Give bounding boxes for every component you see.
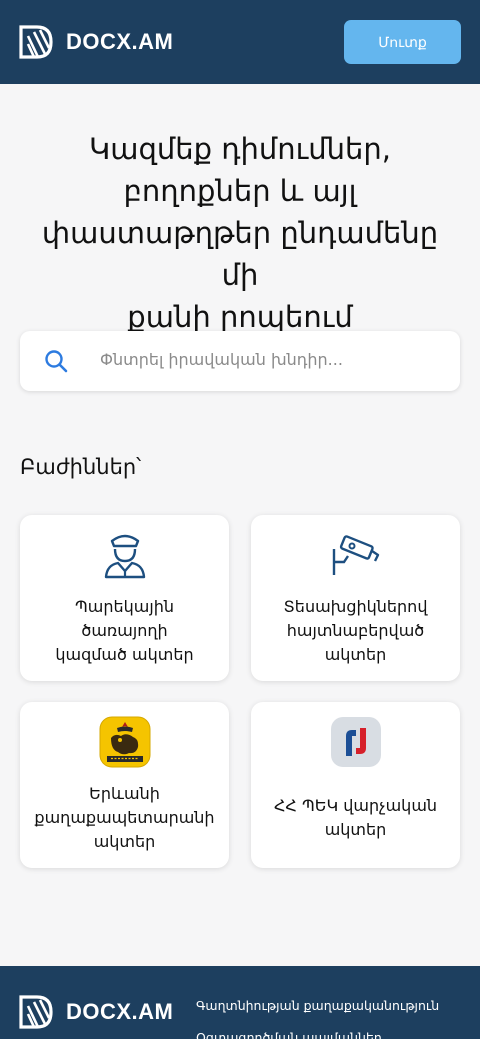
label-line: ակտեր [324, 645, 387, 664]
footer-logo-text: DOCX.AM [66, 999, 174, 1024]
hero-title-line: փաստաթղթեր ընդամենը մի [41, 216, 439, 292]
footer: DOCX.AM Գաղտնիության քաղաքականություն Օգ… [0, 966, 480, 1039]
camera-icon [332, 535, 380, 575]
section-card-label: ՀՀ ՊԵԿ վարչական ակտեր [261, 794, 450, 842]
login-button[interactable]: Մուտք [344, 20, 461, 64]
search-placeholder: Փնտրել իրավական խնդիր... [100, 350, 343, 369]
search-icon [45, 350, 68, 373]
label-line: Երևանի [89, 784, 160, 803]
label-line: հայտնաբերված [286, 621, 425, 640]
section-card-src[interactable]: ՀՀ ՊԵԿ վարչական ակտեր [251, 702, 460, 868]
hero-title: Կազմեք դիմումներ, բողոքներ և այլ փաստաթղ… [20, 128, 460, 338]
docx-logo-icon [19, 25, 53, 59]
section-card-camera[interactable]: Տեսախցիկներով հայտնաբերված ակտեր [251, 515, 460, 681]
logo-text: DOCX.AM [66, 29, 174, 54]
label-line: ակտեր [93, 832, 156, 851]
logo[interactable]: DOCX.AM [18, 24, 173, 60]
section-card-label: Տեսախցիկներով հայտնաբերված ակտեր [261, 595, 450, 667]
src-logo-icon [331, 717, 381, 767]
section-card-yerevan[interactable]: Երևանի քաղաքապետարանի ակտեր [20, 702, 229, 868]
label-line: Տեսախցիկներով [283, 597, 428, 616]
label-line: ակտեր [324, 820, 387, 839]
label-line: Պարեկային [74, 597, 175, 616]
footer-logo[interactable]: DOCX.AM [18, 994, 173, 1030]
officer-icon [104, 534, 146, 579]
label-line: ծառայողի [81, 621, 168, 640]
hero-title-line: Կազմեք դիմումներ, [88, 132, 392, 166]
section-card-label: Պարեկային ծառայողի կազմած ակտեր [30, 595, 219, 667]
footer-link-privacy[interactable]: Գաղտնիության քաղաքականություն [196, 998, 439, 1013]
hero-title-line: բողոքներ և այլ [123, 174, 357, 208]
label-line: ՀՀ ՊԵԿ վարչական [273, 796, 438, 815]
label-line: քաղաքապետարանի [34, 808, 215, 827]
header: DOCX.AM Մուտք [0, 0, 480, 84]
label-line: կազմած ակտեր [55, 645, 194, 664]
section-card-patrol[interactable]: Պարեկային ծառայողի կազմած ակտեր [20, 515, 229, 681]
yerevan-emblem-icon [99, 716, 151, 768]
sections-title: Բաժիններ՝ [20, 455, 142, 479]
footer-link-terms[interactable]: Օգտագործման պայմաններ [196, 1030, 382, 1039]
section-card-label: Երևանի քաղաքապետարանի ակտեր [30, 782, 219, 854]
search-input[interactable]: Փնտրել իրավական խնդիր... [20, 331, 460, 391]
docx-logo-icon [19, 995, 53, 1029]
